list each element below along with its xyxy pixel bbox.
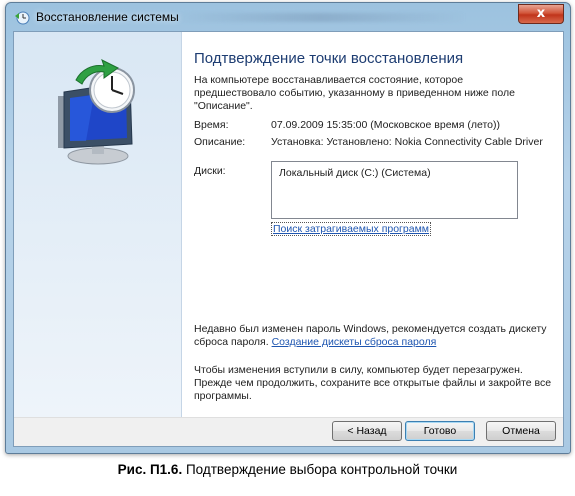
title-bar[interactable]: Восстановление системы x [6, 3, 570, 31]
disks-label: Диски: [194, 165, 226, 177]
system-restore-window: Восстановление системы x Подтверждение т… [5, 2, 571, 454]
figure-label: Рис. П1.6. [117, 462, 183, 477]
password-note: Недавно был изменен пароль Windows, реко… [194, 323, 554, 349]
description-label: Описание: [194, 136, 246, 148]
description-value: Установка: Установлено: Nokia Connectivi… [271, 136, 543, 148]
find-affected-programs-link[interactable]: Поиск затрагиваемых программ [271, 222, 432, 236]
button-bar: < Назад Готово Отмена [14, 417, 563, 446]
time-value: 07.09.2009 15:35:00 (Московское время (л… [271, 119, 500, 131]
figure-caption: Рис. П1.6. Подтверждение выбора контроль… [0, 462, 575, 477]
list-item[interactable]: Локальный диск (C:) (Система) [279, 167, 431, 179]
window-title: Восстановление системы [36, 10, 179, 24]
dialog-content: Подтверждение точки восстановления На ко… [13, 31, 564, 447]
side-panel [14, 32, 182, 418]
monitor-clock-restore-icon [58, 59, 135, 165]
restart-note: Чтобы изменения вступили в силу, компьют… [194, 364, 552, 402]
page-heading: Подтверждение точки восстановления [194, 50, 464, 67]
cancel-button[interactable]: Отмена [486, 421, 556, 441]
intro-text: На компьютере восстанавливается состояни… [194, 74, 515, 112]
system-restore-icon [15, 11, 30, 25]
disks-list[interactable]: Локальный диск (C:) (Система) [271, 161, 518, 219]
create-reset-disk-link[interactable]: Создание дискеты сброса пароля [272, 336, 437, 348]
time-label: Время: [194, 119, 229, 131]
back-button[interactable]: < Назад [332, 421, 402, 441]
close-button[interactable]: x [518, 4, 564, 24]
blurred-title-area [176, 13, 466, 22]
finish-button[interactable]: Готово [405, 421, 475, 441]
figure-caption-text: Подтверждение выбора контрольной точки [182, 462, 458, 477]
